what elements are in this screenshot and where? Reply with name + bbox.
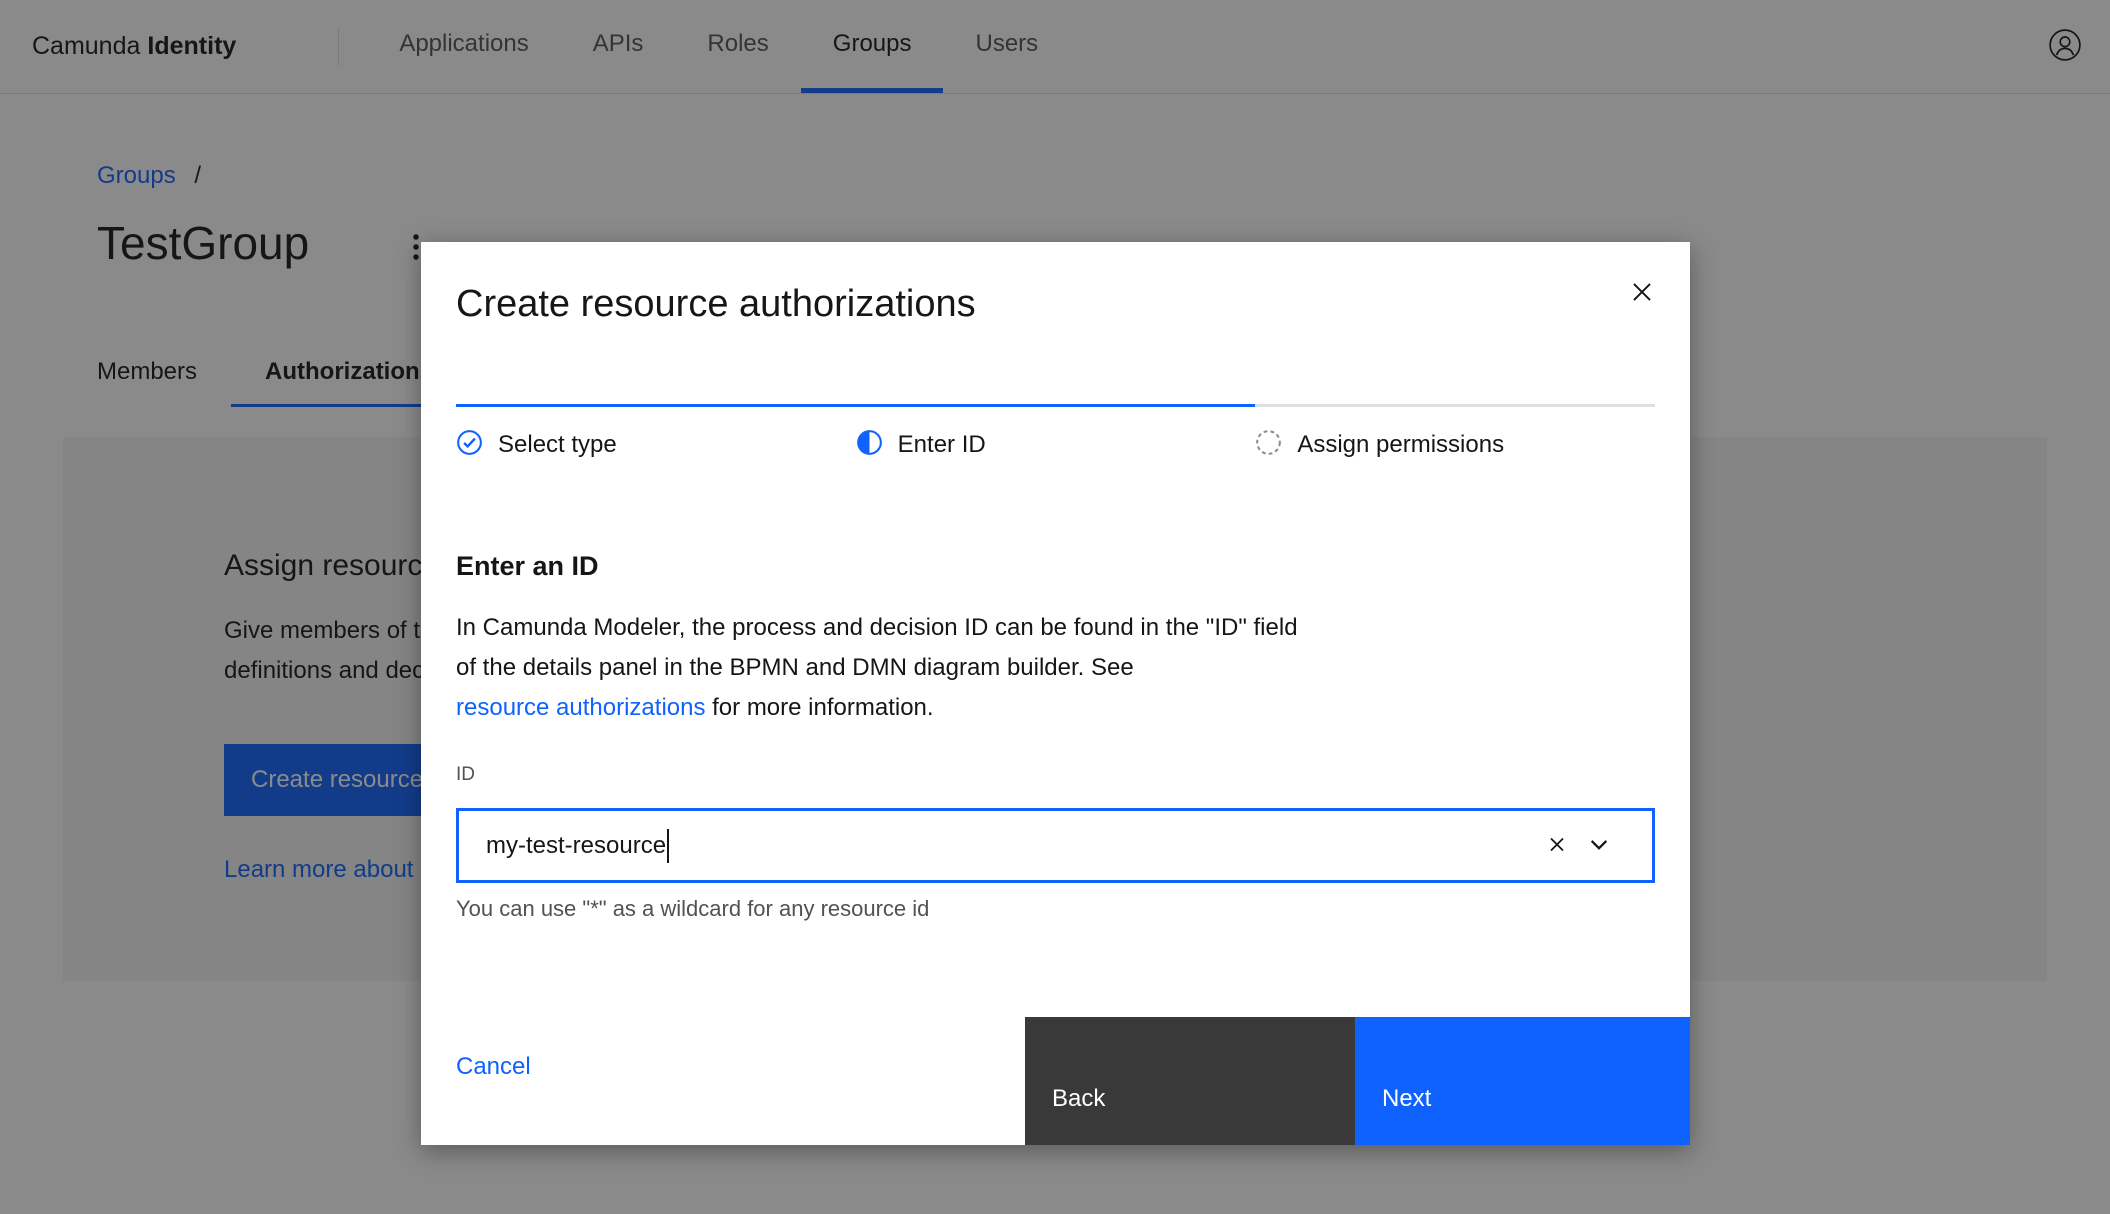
- description-line2: of the details panel in the BPMN and DMN…: [456, 654, 1134, 681]
- progress-indicator: Select type Enter ID Assign permissio: [456, 404, 1655, 461]
- next-button[interactable]: Next: [1355, 1017, 1690, 1145]
- enter-id-description: In Camunda Modeler, the process and deci…: [456, 608, 1655, 728]
- step-label: Select type: [498, 431, 617, 459]
- resource-authorizations-link[interactable]: resource authorizations: [456, 694, 705, 721]
- combobox-toggle-button[interactable]: [1586, 831, 1612, 860]
- cancel-button[interactable]: Cancel: [456, 1017, 531, 1145]
- id-helper-text: You can use "*" as a wildcard for any re…: [456, 896, 1655, 922]
- footer-spacer: [531, 1017, 1025, 1145]
- step-label: Assign permissions: [1297, 431, 1504, 459]
- app-viewport: Camunda Identity Applications APIs Roles…: [0, 0, 2110, 1214]
- create-resource-authorizations-modal: Create resource authorizations Select ty…: [421, 242, 1690, 1145]
- text-cursor: [667, 829, 669, 863]
- enter-id-heading: Enter an ID: [456, 550, 1655, 582]
- modal-footer: Cancel Back Next: [421, 1017, 1690, 1145]
- back-button[interactable]: Back: [1025, 1017, 1355, 1145]
- chevron-down-icon: [1586, 831, 1612, 860]
- clear-icon: [1545, 832, 1569, 859]
- progress-step-enter-id[interactable]: Enter ID: [856, 404, 1256, 461]
- description-line3-suffix: for more information.: [705, 694, 933, 721]
- id-combobox-input[interactable]: my-test-resource: [456, 808, 1655, 883]
- modal-close-button[interactable]: [1618, 268, 1666, 319]
- step-current-icon: [856, 429, 883, 461]
- id-field-label: ID: [456, 764, 1655, 786]
- close-icon: [1628, 294, 1656, 309]
- description-line1: In Camunda Modeler, the process and deci…: [456, 614, 1298, 641]
- step-label: Enter ID: [898, 431, 986, 459]
- modal-body: Enter an ID In Camunda Modeler, the proc…: [421, 550, 1690, 922]
- step-complete-icon: [456, 429, 483, 461]
- modal-title: Create resource authorizations: [421, 242, 1690, 326]
- clear-input-button[interactable]: [1545, 832, 1569, 859]
- progress-step-assign-permissions[interactable]: Assign permissions: [1255, 404, 1655, 461]
- progress-step-select-type[interactable]: Select type: [456, 404, 856, 461]
- step-incomplete-icon: [1255, 429, 1282, 461]
- id-input-value: my-test-resource: [486, 832, 666, 860]
